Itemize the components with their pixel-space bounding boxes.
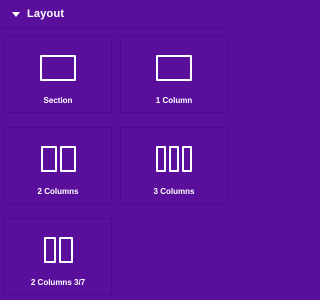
- column-box: [43, 237, 56, 263]
- two-columns-icon: [5, 146, 111, 172]
- three-columns-icon: [121, 146, 227, 172]
- section-layout-icon: [5, 55, 111, 81]
- section-title: Layout: [27, 8, 65, 20]
- layout-section-header[interactable]: Layout: [0, 0, 225, 29]
- caret-down-icon[interactable]: [12, 11, 20, 17]
- element-label: 2 Columns 3/7: [30, 278, 86, 287]
- column-box: [156, 146, 166, 172]
- layout-panel: Layout Section 1 Column 2 Columns 3 Colu…: [0, 0, 228, 300]
- element-label: 1 Column: [155, 96, 193, 105]
- two-columns-3-7-element-card[interactable]: 2 Columns 3/7: [4, 218, 112, 295]
- three-columns-element-card[interactable]: 3 Columns: [120, 127, 228, 204]
- column-box: [169, 146, 179, 172]
- one-column-element-card[interactable]: 1 Column: [120, 36, 228, 113]
- column-box: [40, 146, 57, 172]
- two-columns-3-7-icon: [5, 237, 111, 263]
- element-label: Section: [43, 96, 73, 105]
- element-label: 3 Columns: [153, 187, 195, 196]
- column-box: [59, 146, 76, 172]
- column-box: [58, 237, 73, 263]
- two-columns-element-card[interactable]: 2 Columns: [4, 127, 112, 204]
- section-layout-box: [40, 55, 76, 81]
- element-label: 2 Columns: [37, 187, 79, 196]
- one-column-icon: [121, 55, 227, 81]
- column-box: [156, 55, 192, 81]
- section-element-card[interactable]: Section: [4, 36, 112, 113]
- column-box: [182, 146, 192, 172]
